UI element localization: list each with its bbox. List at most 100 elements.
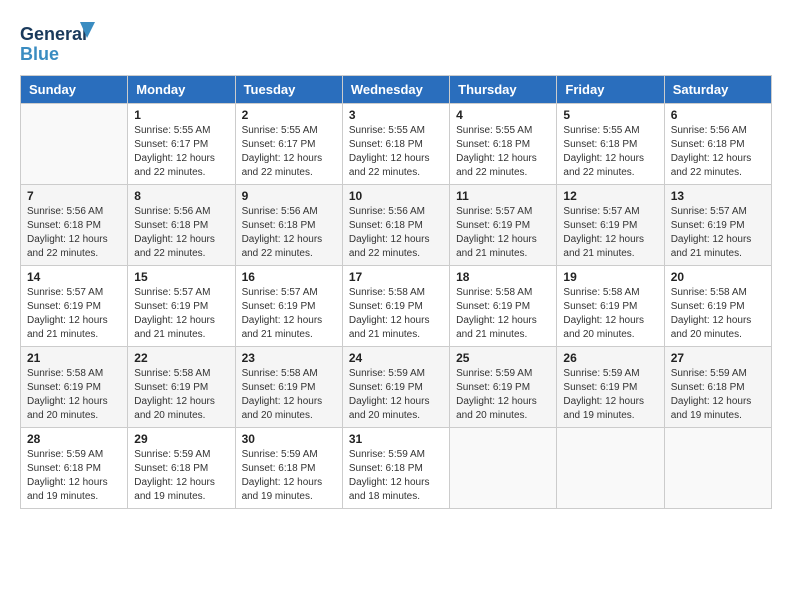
calendar-cell: 1Sunrise: 5:55 AM Sunset: 6:17 PM Daylig…: [128, 104, 235, 185]
calendar-cell: 17Sunrise: 5:58 AM Sunset: 6:19 PM Dayli…: [342, 266, 449, 347]
weekday-header: Tuesday: [235, 76, 342, 104]
logo-icon: GeneralBlue: [20, 20, 100, 65]
day-info: Sunrise: 5:58 AM Sunset: 6:19 PM Dayligh…: [242, 367, 336, 423]
calendar-cell: 10 Sunrise: 5:56 AM Sunset: 6:18 PM Dayli…: [342, 185, 449, 266]
calendar-cell: 19 Sunrise: 5:58 AM Sunset: 6:19 PM Dayli…: [557, 266, 664, 347]
calendar-cell: 31 Sunrise: 5:59 AM Sunset: 6:18 PM Dayli…: [342, 428, 449, 509]
day-info: Sunrise: 5:56 AM Sunset: 6:18 PM Dayligh…: [349, 205, 443, 261]
day-number: 11: [456, 189, 550, 203]
day-number: 23: [242, 351, 336, 365]
calendar-cell: 8 Sunrise: 5:56 AM Sunset: 6:18 PM Daylig…: [128, 185, 235, 266]
calendar-week-row: 1 Sunrise: 5:55 AM Sunset: 6:17 PM Daylig…: [21, 104, 772, 185]
calendar-cell: 21Sunrise: 5:58 AM Sunset: 6:19 PM Dayli…: [21, 347, 128, 428]
calendar-week-row: 28 Sunrise: 5:59 AM Sunset: 6:18 PM Dayli…: [21, 428, 772, 509]
day-number: 19: [563, 270, 657, 284]
day-info: Sunrise: 5:55 AM Sunset: 6:18 PM Dayligh…: [563, 124, 657, 180]
day-info: Sunrise: 5:59 AM Sunset: 6:19 PM Dayligh…: [456, 367, 550, 423]
day-info: Sunrise: 5:59 AM Sunset: 6:18 PM Dayligh…: [242, 448, 336, 504]
day-number: 21: [27, 351, 121, 365]
calendar: SundayMondayTuesdayWednesdayThursdayFrid…: [20, 75, 772, 509]
day-info: Sunrise: 5:59 AM Sunset: 6:19 PM Dayligh…: [349, 367, 443, 423]
calendar-cell: 11 Sunrise: 5:57 AM Sunset: 6:19 PM Dayli…: [450, 185, 557, 266]
day-number: 2: [242, 108, 336, 122]
day-number: 3: [349, 108, 443, 122]
day-info: Sunrise: 5:58 AM Sunset: 6:19 PM Dayligh…: [671, 286, 765, 342]
day-number: 29: [134, 432, 228, 446]
day-number: 20: [671, 270, 765, 284]
calendar-cell: 24 Sunrise: 5:59 AM Sunset: 6:19 PM Dayli…: [342, 347, 449, 428]
calendar-cell: 4Sunrise: 5:55 AM Sunset: 6:18 PM Daylig…: [450, 104, 557, 185]
day-info: Sunrise: 5:57 AM Sunset: 6:19 PM Dayligh…: [27, 286, 121, 342]
day-info: Sunrise: 5:57 AM Sunset: 6:19 PM Dayligh…: [563, 205, 657, 261]
day-info: Sunrise: 5:59 AM Sunset: 6:18 PM Dayligh…: [349, 448, 443, 504]
logo: GeneralBlue: [20, 20, 100, 65]
day-number: 24: [349, 351, 443, 365]
calendar-cell: 18Sunrise: 5:58 AM Sunset: 6:19 PM Dayli…: [450, 266, 557, 347]
calendar-cell: 25 Sunrise: 5:59 AM Sunset: 6:19 PM Dayli…: [450, 347, 557, 428]
day-info: Sunrise: 5:56 AM Sunset: 6:18 PM Dayligh…: [134, 205, 228, 261]
day-info: Sunrise: 5:57 AM Sunset: 6:19 PM Dayligh…: [671, 205, 765, 261]
day-number: 4: [456, 108, 550, 122]
calendar-cell: [21, 104, 128, 185]
day-number: 15: [134, 270, 228, 284]
day-info: Sunrise: 5:56 AM Sunset: 6:18 PM Dayligh…: [27, 205, 121, 261]
weekday-header: Thursday: [450, 76, 557, 104]
calendar-cell: 29 Sunrise: 5:59 AM Sunset: 6:18 PM Dayli…: [128, 428, 235, 509]
svg-text:General: General: [20, 24, 87, 44]
day-info: Sunrise: 5:55 AM Sunset: 6:17 PM Dayligh…: [242, 124, 336, 180]
day-number: 26: [563, 351, 657, 365]
header: GeneralBlue: [20, 20, 772, 65]
weekday-header: Sunday: [21, 76, 128, 104]
calendar-cell: 12Sunrise: 5:57 AM Sunset: 6:19 PM Dayli…: [557, 185, 664, 266]
calendar-week-row: 21 Sunrise: 5:58 AM Sunset: 6:19 PM Dayli…: [21, 347, 772, 428]
weekday-header: Monday: [128, 76, 235, 104]
calendar-cell: 28 Sunrise: 5:59 AM Sunset: 6:18 PM Dayli…: [21, 428, 128, 509]
day-info: Sunrise: 5:59 AM Sunset: 6:18 PM Dayligh…: [671, 367, 765, 423]
day-info: Sunrise: 5:55 AM Sunset: 6:18 PM Dayligh…: [349, 124, 443, 180]
calendar-cell: 9 Sunrise: 5:56 AM Sunset: 6:18 PM Daylig…: [235, 185, 342, 266]
day-info: Sunrise: 5:59 AM Sunset: 6:18 PM Dayligh…: [134, 448, 228, 504]
calendar-cell: [450, 428, 557, 509]
calendar-cell: 13 Sunrise: 5:57 AM Sunset: 6:19 PM Dayli…: [664, 185, 771, 266]
day-info: Sunrise: 5:59 AM Sunset: 6:19 PM Dayligh…: [563, 367, 657, 423]
calendar-header-row: SundayMondayTuesdayWednesdayThursdayFrid…: [21, 76, 772, 104]
day-number: 31: [349, 432, 443, 446]
calendar-cell: 30 Sunrise: 5:59 AM Sunset: 6:18 PM Dayli…: [235, 428, 342, 509]
day-number: 27: [671, 351, 765, 365]
calendar-cell: 26 Sunrise: 5:59 AM Sunset: 6:19 PM Dayli…: [557, 347, 664, 428]
calendar-cell: 7 Sunrise: 5:56 AM Sunset: 6:18 PM Daylig…: [21, 185, 128, 266]
day-info: Sunrise: 5:57 AM Sunset: 6:19 PM Dayligh…: [134, 286, 228, 342]
day-number: 8: [134, 189, 228, 203]
day-number: 9: [242, 189, 336, 203]
day-number: 28: [27, 432, 121, 446]
calendar-week-row: 7 Sunrise: 5:56 AM Sunset: 6:18 PM Daylig…: [21, 185, 772, 266]
day-info: Sunrise: 5:58 AM Sunset: 6:19 PM Dayligh…: [563, 286, 657, 342]
day-info: Sunrise: 5:57 AM Sunset: 6:19 PM Dayligh…: [456, 205, 550, 261]
day-number: 13: [671, 189, 765, 203]
weekday-header: Saturday: [664, 76, 771, 104]
calendar-cell: 5 Sunrise: 5:55 AM Sunset: 6:18 PM Daylig…: [557, 104, 664, 185]
day-number: 14: [27, 270, 121, 284]
day-number: 30: [242, 432, 336, 446]
day-number: 5: [563, 108, 657, 122]
calendar-week-row: 14 Sunrise: 5:57 AM Sunset: 6:19 PM Dayli…: [21, 266, 772, 347]
day-number: 16: [242, 270, 336, 284]
weekday-header: Wednesday: [342, 76, 449, 104]
weekday-header: Friday: [557, 76, 664, 104]
day-number: 25: [456, 351, 550, 365]
day-info: Sunrise: 5:57 AM Sunset: 6:19 PM Dayligh…: [242, 286, 336, 342]
day-number: 18: [456, 270, 550, 284]
day-number: 1: [134, 108, 228, 122]
day-number: 7: [27, 189, 121, 203]
calendar-cell: [664, 428, 771, 509]
svg-text:Blue: Blue: [20, 44, 59, 64]
day-number: 6: [671, 108, 765, 122]
calendar-cell: 2 Sunrise: 5:55 AM Sunset: 6:17 PM Daylig…: [235, 104, 342, 185]
calendar-cell: 16 Sunrise: 5:57 AM Sunset: 6:19 PM Dayli…: [235, 266, 342, 347]
calendar-cell: 14 Sunrise: 5:57 AM Sunset: 6:19 PM Dayli…: [21, 266, 128, 347]
day-number: 10: [349, 189, 443, 203]
calendar-cell: 22Sunrise: 5:58 AM Sunset: 6:19 PM Dayli…: [128, 347, 235, 428]
day-info: Sunrise: 5:59 AM Sunset: 6:18 PM Dayligh…: [27, 448, 121, 504]
day-info: Sunrise: 5:56 AM Sunset: 6:18 PM Dayligh…: [242, 205, 336, 261]
calendar-cell: 23 Sunrise: 5:58 AM Sunset: 6:19 PM Dayli…: [235, 347, 342, 428]
